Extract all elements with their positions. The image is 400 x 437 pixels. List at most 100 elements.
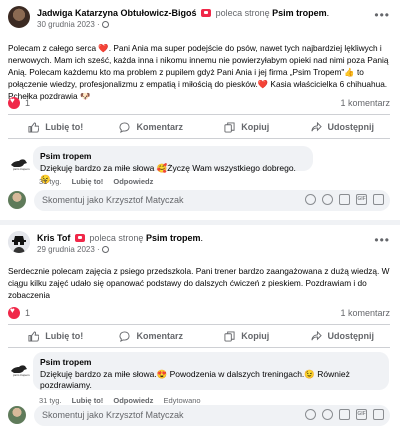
comment-like-link[interactable]: Lubię to! <box>72 396 104 405</box>
post-stats: 1 1 komentarz <box>8 96 390 111</box>
comment-author[interactable]: Psim tropem <box>40 151 305 161</box>
svg-text:psim tropem: psim tropem <box>13 373 30 377</box>
review-post-2: Kris Tof poleca stronę Psim tropem. 29 g… <box>0 225 400 437</box>
share-label: Udostępnij <box>327 122 375 132</box>
share-icon <box>310 121 322 131</box>
copy-label: Kopiuj <box>241 122 270 132</box>
post-header: Kris Tof poleca stronę Psim tropem. 29 g… <box>8 231 390 255</box>
comment-count[interactable]: 1 komentarz <box>340 98 390 108</box>
copy-icon <box>224 121 235 133</box>
post-text: Polecam z całego serca ❤️. Pani Ania ma … <box>8 43 389 101</box>
comment-icon <box>119 121 131 133</box>
author-name[interactable]: Jadwiga Katarzyna Obtułowicz-Bigoś <box>37 8 197 18</box>
author-name[interactable]: Kris Tof <box>37 233 70 243</box>
gif-icon[interactable]: GIF <box>356 409 367 420</box>
share-button[interactable]: Udostępnij <box>295 116 391 138</box>
divider <box>8 347 390 348</box>
comment-input-placeholder: Skomentuj jako Krzysztof Matyczak <box>42 410 184 420</box>
comment-author[interactable]: Psim tropem <box>40 357 381 367</box>
post-header: Jadwiga Katarzyna Obtułowicz-Bigoś polec… <box>8 6 390 30</box>
share-label: Udostępnij <box>327 331 375 341</box>
copy-button[interactable]: Kopiuj <box>199 116 295 138</box>
heart-reaction-icon[interactable] <box>8 306 20 319</box>
review-post-1: Jadwiga Katarzyna Obtułowicz-Bigoś polec… <box>0 0 400 220</box>
thumbs-up-icon <box>28 330 40 342</box>
comment-composer: Skomentuj jako Krzysztof Matyczak GIF <box>8 190 390 212</box>
like-label: Lubię to! <box>45 331 84 341</box>
post-date[interactable]: 29 grudnia 2023 <box>37 245 95 254</box>
post-meta: 30 grudnia 2023 · <box>37 20 109 29</box>
reaction-count[interactable]: 1 <box>25 308 30 318</box>
author-line: Kris Tof poleca stronę Psim tropem. <box>37 233 203 243</box>
author-avatar[interactable] <box>8 231 30 253</box>
like-label: Lubię to! <box>45 122 84 132</box>
copy-label: Kopiuj <box>241 331 270 341</box>
svg-text:psim tropem: psim tropem <box>13 167 30 171</box>
comment-composer: Skomentuj jako Krzysztof Matyczak GIF <box>8 405 390 427</box>
action-bar: Lubię to! Komentarz Kopiuj Udostępnij <box>8 116 390 138</box>
author-avatar[interactable] <box>8 6 30 28</box>
avatar-sticker-icon[interactable] <box>305 409 316 420</box>
page-avatar-dog-logo-icon[interactable]: psim tropem <box>8 150 30 172</box>
divider <box>8 138 390 139</box>
comment-meta: 31 tyg. Lubię to! Odpowiedz Edytowano <box>39 396 201 405</box>
more-options-button[interactable]: ••• <box>374 8 390 22</box>
page-link[interactable]: Psim tropem <box>272 8 327 18</box>
comment: psim tropem Psim tropem Dziękuję bardzo … <box>8 352 390 405</box>
recommends-text: poleca stronę <box>215 8 270 18</box>
emoji-icon[interactable] <box>322 409 333 420</box>
recommends-text: poleca stronę <box>89 233 144 243</box>
sticker-icon[interactable] <box>373 409 384 420</box>
comment-like-link[interactable]: Lubię to! <box>72 177 104 186</box>
page-link[interactable]: Psim tropem <box>146 233 201 243</box>
composer-icons: GIF <box>305 194 384 205</box>
more-options-button[interactable]: ••• <box>374 233 390 247</box>
comment-button[interactable]: Komentarz <box>104 325 200 347</box>
author-line: Jadwiga Katarzyna Obtułowicz-Bigoś polec… <box>37 8 330 18</box>
camera-icon[interactable] <box>339 409 350 420</box>
comment-input[interactable]: Skomentuj jako Krzysztof Matyczak GIF <box>34 190 390 211</box>
thumbs-up-icon <box>28 121 40 133</box>
sticker-icon[interactable] <box>373 194 384 205</box>
post-text: Serdecznie polecam zajęcia z psiego prze… <box>8 266 390 300</box>
comment-count[interactable]: 1 komentarz <box>340 308 390 318</box>
emoji-icon[interactable] <box>322 194 333 205</box>
comment-bubble: Psim tropem Dziękuję bardzo za miłe słow… <box>33 352 389 390</box>
post-date[interactable]: 30 grudnia 2023 <box>37 20 95 29</box>
post-meta: 29 grudnia 2023 · <box>37 245 109 254</box>
comment-age[interactable]: 31 tyg. <box>39 177 62 186</box>
copy-button[interactable]: Kopiuj <box>199 325 295 347</box>
share-icon <box>310 330 322 340</box>
comment-icon <box>119 330 131 342</box>
edited-label: Edytowano <box>163 396 201 405</box>
comment: psim tropem Psim tropem Dziękuję bardzo … <box>8 146 390 186</box>
page-avatar-dog-logo-icon[interactable]: psim tropem <box>8 356 30 378</box>
my-avatar[interactable] <box>8 191 26 209</box>
comment-input-placeholder: Skomentuj jako Krzysztof Matyczak <box>42 195 184 205</box>
comment-bubble: Psim tropem Dziękuję bardzo za miłe słow… <box>33 146 313 184</box>
comment-age[interactable]: 31 tyg. <box>39 396 62 405</box>
my-avatar[interactable] <box>8 406 26 424</box>
like-button[interactable]: Lubię to! <box>8 116 104 138</box>
comment-reply-link[interactable]: Odpowiedz <box>113 177 153 186</box>
globe-icon <box>101 246 109 253</box>
action-bar: Lubię to! Komentarz Kopiuj Udostępnij <box>8 325 390 347</box>
globe-icon <box>101 21 109 28</box>
comment-label: Komentarz <box>136 122 183 132</box>
comment-button[interactable]: Komentarz <box>104 116 200 138</box>
camera-icon[interactable] <box>339 194 350 205</box>
divider <box>8 114 390 115</box>
reaction-count[interactable]: 1 <box>25 98 30 108</box>
recommend-icon <box>74 234 85 242</box>
heart-reaction-icon[interactable] <box>8 96 20 109</box>
composer-icons: GIF <box>305 409 384 420</box>
gif-icon[interactable]: GIF <box>356 194 367 205</box>
comment-text: Dziękuję bardzo za miłe słowa.😍 Powodzen… <box>40 369 350 390</box>
avatar-sticker-icon[interactable] <box>305 194 316 205</box>
comment-meta: 31 tyg. Lubię to! Odpowiedz <box>39 177 153 186</box>
comment-label: Komentarz <box>136 331 183 341</box>
comment-input[interactable]: Skomentuj jako Krzysztof Matyczak GIF <box>34 405 390 426</box>
like-button[interactable]: Lubię to! <box>8 325 104 347</box>
share-button[interactable]: Udostępnij <box>295 325 391 347</box>
comment-reply-link[interactable]: Odpowiedz <box>113 396 153 405</box>
